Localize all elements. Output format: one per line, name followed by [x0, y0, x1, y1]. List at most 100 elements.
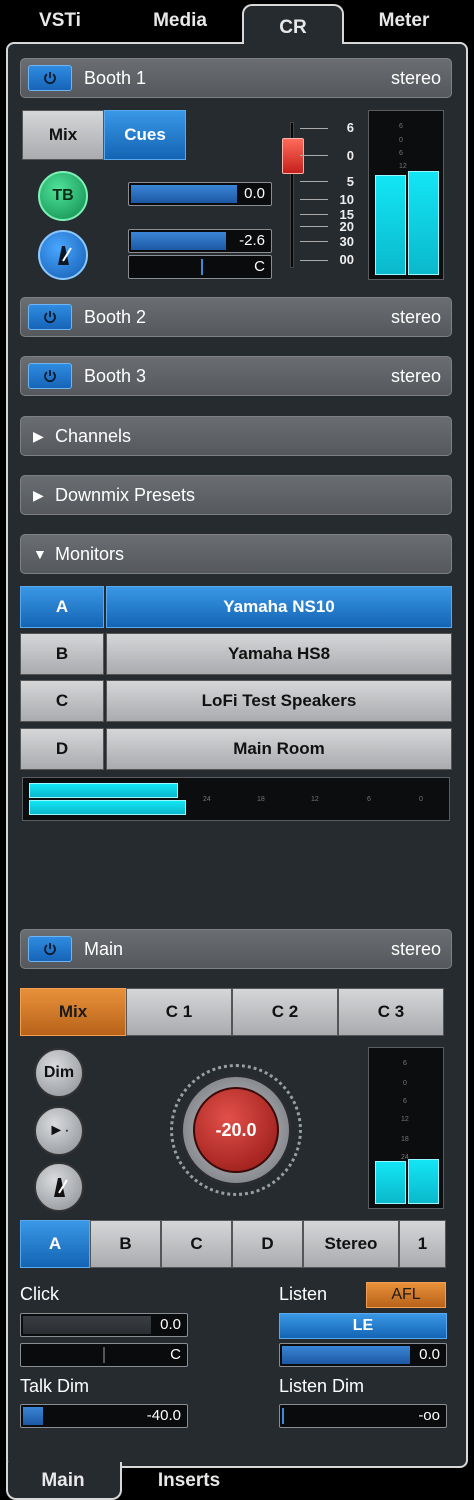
booth3-header[interactable]: Booth 3 stereo: [20, 356, 452, 396]
expand-triangle-icon: ▶: [33, 427, 44, 444]
meter-scale-label: 24: [203, 796, 211, 803]
power-icon[interactable]: [28, 936, 72, 962]
active-tab-joint: [244, 40, 342, 46]
monitor-row-d[interactable]: D Main Room: [20, 728, 452, 770]
speaker-a-button[interactable]: A: [20, 1220, 90, 1268]
meter-scale-label: 12: [401, 1116, 409, 1123]
speaker-b-button[interactable]: B: [90, 1220, 161, 1268]
metronome-icon: [54, 1178, 68, 1197]
booth1-level-fader[interactable]: 0.0: [128, 182, 272, 206]
downmix-stereo-button[interactable]: Stereo: [303, 1220, 399, 1268]
meter-scale-label: 6: [367, 796, 371, 803]
source-tab-mix[interactable]: Mix: [20, 988, 126, 1036]
talk-dim-fader[interactable]: -40.0: [20, 1404, 188, 1428]
meter-scale-label: 12: [399, 163, 407, 170]
booth1-pan-control[interactable]: C: [128, 255, 272, 279]
source-tab-c1[interactable]: C 1: [126, 988, 232, 1036]
main-header[interactable]: Main stereo: [20, 929, 452, 969]
main-source-tabs: Mix C 1 C 2 C 3: [20, 988, 444, 1036]
booth3-format[interactable]: stereo: [391, 366, 441, 387]
power-icon[interactable]: [28, 363, 72, 389]
talk-dim-value: -40.0: [146, 1407, 181, 1424]
booth1-meter-bar-left: [375, 175, 406, 275]
channels-header[interactable]: ▶ Channels: [20, 416, 452, 456]
listen-level-value: 0.0: [419, 1346, 440, 1363]
collapse-triangle-icon: ▼: [33, 546, 47, 562]
meter-scale-label: 6: [399, 150, 403, 157]
meter-scale-label: 6: [403, 1060, 407, 1067]
booth1-cues-button[interactable]: Cues: [104, 110, 186, 160]
tb-label: TB: [52, 187, 74, 204]
downmix-presets-name: Downmix Presets: [55, 484, 196, 505]
booth1-header[interactable]: Booth 1 stereo: [20, 58, 452, 98]
tab-meter[interactable]: Meter: [354, 0, 454, 42]
booth1-pan-value: C: [254, 258, 265, 275]
bottom-tab-inserts[interactable]: Inserts: [134, 1464, 244, 1498]
dim-button[interactable]: Dim: [34, 1048, 84, 1098]
monitors-meter-bar-left: [29, 783, 178, 798]
main-metronome-button[interactable]: [34, 1162, 84, 1212]
listen-level-fader[interactable]: 0.0: [279, 1343, 447, 1367]
booth1-format[interactable]: stereo: [391, 68, 441, 89]
main-meter-bar-left: [375, 1161, 406, 1204]
fader-scale-label: 00: [339, 252, 354, 267]
click-level-fader[interactable]: 0.0: [20, 1313, 188, 1337]
booth1-level-value: 0.0: [244, 185, 265, 202]
source-tab-c3[interactable]: C 3: [338, 988, 444, 1036]
meter-scale-label: 6: [403, 1098, 407, 1105]
booth2-format[interactable]: stereo: [391, 307, 441, 328]
fader-scale-label: 5: [346, 174, 354, 189]
meter-scale-label: 12: [311, 796, 319, 803]
monitor-name[interactable]: LoFi Test Speakers: [106, 680, 452, 722]
speaker-d-button[interactable]: D: [232, 1220, 303, 1268]
booth1-meter: 6 0 6 12: [368, 110, 444, 280]
meter-scale-label: 0: [403, 1080, 407, 1087]
metronome-button[interactable]: [38, 230, 88, 280]
listen-label: Listen: [279, 1284, 328, 1304]
monitors-meter: 24 18 12 6 0: [22, 777, 450, 821]
tab-media[interactable]: Media: [128, 0, 232, 42]
talk-dim-label: Talk Dim: [20, 1376, 90, 1396]
fader-scale-label: 20: [339, 219, 354, 234]
monitors-name: Monitors: [55, 543, 125, 564]
monitor-key[interactable]: A: [20, 586, 104, 628]
booth1-cue-level-fader[interactable]: -2.6: [128, 229, 272, 253]
monitor-row-c[interactable]: C LoFi Test Speakers: [20, 680, 452, 722]
click-pan-control[interactable]: C: [20, 1343, 188, 1367]
monitor-name[interactable]: Yamaha NS10: [106, 586, 452, 628]
booth1-mix-button[interactable]: Mix: [22, 110, 104, 160]
main-format[interactable]: stereo: [391, 939, 441, 960]
tab-vsti[interactable]: VSTi: [10, 0, 110, 42]
monitor-name[interactable]: Main Room: [106, 728, 452, 770]
monitor-row-b[interactable]: B Yamaha HS8: [20, 633, 452, 675]
monitor-row-a[interactable]: A Yamaha NS10: [20, 586, 452, 628]
source-tab-c2[interactable]: C 2: [232, 988, 338, 1036]
meter-scale-label: 18: [257, 796, 265, 803]
monitor-name[interactable]: Yamaha HS8: [106, 633, 452, 675]
click-level-value: 0.0: [160, 1316, 181, 1333]
monitor-key[interactable]: D: [20, 728, 104, 770]
downmix-number-button[interactable]: 1: [399, 1220, 446, 1268]
knob-value: -20.0: [215, 1119, 257, 1140]
reference-level-button[interactable]: ►·: [34, 1106, 84, 1156]
power-icon[interactable]: [28, 65, 72, 91]
listen-dim-label: Listen Dim: [279, 1376, 365, 1396]
meter-scale-label: 0: [419, 796, 423, 803]
bottom-tab-main[interactable]: Main: [10, 1464, 116, 1498]
play-dot-icon: ►·: [48, 1122, 70, 1139]
downmix-presets-header[interactable]: ▶ Downmix Presets: [20, 475, 452, 515]
meter-scale-label: 0: [399, 137, 403, 144]
booth2-header[interactable]: Booth 2 stereo: [20, 297, 452, 337]
booth3-name: Booth 3: [84, 365, 147, 386]
monitor-key[interactable]: C: [20, 680, 104, 722]
listen-enable-button[interactable]: LE: [279, 1313, 447, 1339]
monitors-header[interactable]: ▼ Monitors: [20, 534, 452, 574]
talkback-button[interactable]: TB: [38, 171, 88, 221]
main-volume-knob[interactable]: -20.0: [180, 1074, 292, 1186]
listen-dim-fader[interactable]: -oo: [279, 1404, 447, 1428]
power-icon[interactable]: [28, 304, 72, 330]
speaker-c-button[interactable]: C: [161, 1220, 232, 1268]
monitor-key[interactable]: B: [20, 633, 104, 675]
afl-button[interactable]: AFL: [366, 1282, 446, 1308]
channels-name: Channels: [55, 425, 132, 446]
